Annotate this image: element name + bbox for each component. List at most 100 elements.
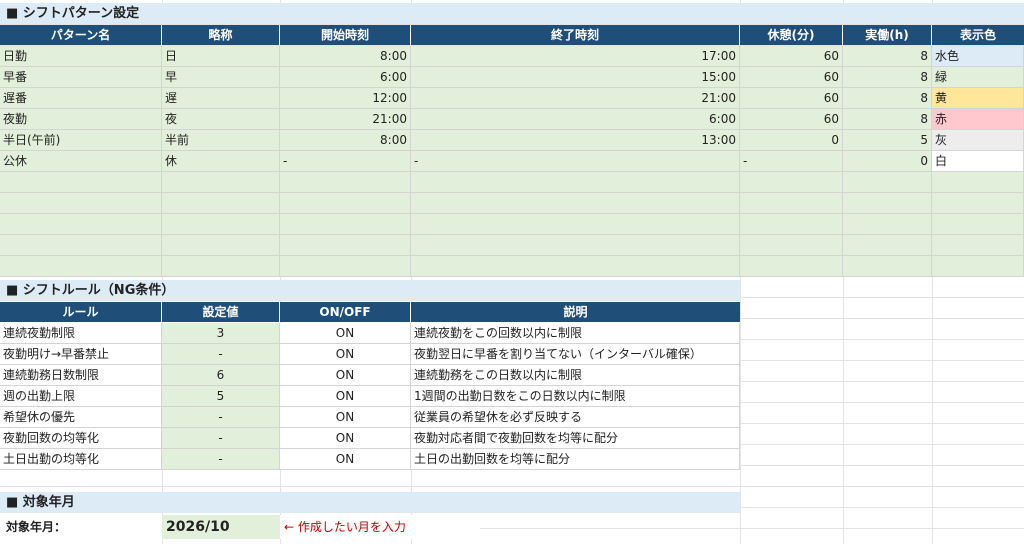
- end-time-cell[interactable]: 15:00: [411, 67, 740, 88]
- work-hours-cell[interactable]: [843, 235, 932, 256]
- rule-value-cell[interactable]: -: [162, 428, 280, 449]
- start-time-cell[interactable]: [280, 235, 411, 256]
- pattern-name-cell[interactable]: [0, 214, 162, 235]
- rule-description-cell[interactable]: 土日の出勤回数を均等に配分: [411, 449, 740, 470]
- header-on-off[interactable]: ON/OFF: [280, 302, 411, 322]
- start-time-cell[interactable]: 21:00: [280, 109, 411, 130]
- break-minutes-cell[interactable]: [740, 214, 843, 235]
- work-hours-cell[interactable]: 0: [843, 151, 932, 172]
- start-time-cell[interactable]: -: [280, 151, 411, 172]
- rule-value-cell[interactable]: -: [162, 449, 280, 470]
- start-time-cell[interactable]: 8:00: [280, 130, 411, 151]
- work-hours-cell[interactable]: 8: [843, 88, 932, 109]
- pattern-name-cell[interactable]: [0, 235, 162, 256]
- pattern-name-cell[interactable]: [0, 193, 162, 214]
- break-minutes-cell[interactable]: 60: [740, 88, 843, 109]
- header-display-color[interactable]: 表示色: [932, 25, 1024, 45]
- pattern-name-cell[interactable]: 日勤: [0, 46, 162, 67]
- abbreviation-cell[interactable]: 早: [162, 67, 280, 88]
- rule-value-cell[interactable]: 3: [162, 323, 280, 344]
- rule-value-cell[interactable]: 6: [162, 365, 280, 386]
- rule-onoff-cell[interactable]: ON: [280, 407, 411, 428]
- start-time-cell[interactable]: [280, 172, 411, 193]
- abbreviation-cell[interactable]: 半前: [162, 130, 280, 151]
- abbreviation-cell[interactable]: 休: [162, 151, 280, 172]
- start-time-cell[interactable]: [280, 214, 411, 235]
- display-color-cell[interactable]: 白: [932, 151, 1024, 172]
- end-time-cell[interactable]: 21:00: [411, 88, 740, 109]
- abbreviation-cell[interactable]: [162, 172, 280, 193]
- end-time-cell[interactable]: 17:00: [411, 46, 740, 67]
- end-time-cell[interactable]: 13:00: [411, 130, 740, 151]
- display-color-cell[interactable]: [932, 256, 1024, 277]
- work-hours-cell[interactable]: [843, 214, 932, 235]
- end-time-cell[interactable]: [411, 235, 740, 256]
- break-minutes-cell[interactable]: 0: [740, 130, 843, 151]
- pattern-name-cell[interactable]: 半日(午前): [0, 130, 162, 151]
- rule-name-cell[interactable]: 連続勤務日数制限: [0, 365, 162, 386]
- pattern-name-cell[interactable]: [0, 256, 162, 277]
- work-hours-cell[interactable]: 8: [843, 67, 932, 88]
- rule-value-cell[interactable]: -: [162, 344, 280, 365]
- work-hours-cell[interactable]: [843, 193, 932, 214]
- header-description[interactable]: 説明: [411, 302, 740, 322]
- display-color-cell[interactable]: 灰: [932, 130, 1024, 151]
- rule-onoff-cell[interactable]: ON: [280, 365, 411, 386]
- work-hours-cell[interactable]: 8: [843, 109, 932, 130]
- abbreviation-cell[interactable]: 遅: [162, 88, 280, 109]
- rule-onoff-cell[interactable]: ON: [280, 344, 411, 365]
- end-time-cell[interactable]: -: [411, 151, 740, 172]
- display-color-cell[interactable]: 赤: [932, 109, 1024, 130]
- break-minutes-cell[interactable]: [740, 172, 843, 193]
- work-hours-cell[interactable]: [843, 172, 932, 193]
- header-abbreviation[interactable]: 略称: [162, 25, 280, 45]
- display-color-cell[interactable]: 緑: [932, 67, 1024, 88]
- header-end-time[interactable]: 終了時刻: [411, 25, 740, 45]
- start-time-cell[interactable]: 12:00: [280, 88, 411, 109]
- rule-name-cell[interactable]: 夜勤明け→早番禁止: [0, 344, 162, 365]
- target-month-input[interactable]: 2026/10: [162, 515, 280, 539]
- break-minutes-cell[interactable]: 60: [740, 109, 843, 130]
- display-color-cell[interactable]: [932, 214, 1024, 235]
- abbreviation-cell[interactable]: 日: [162, 46, 280, 67]
- rule-description-cell[interactable]: 連続勤務をこの日数以内に制限: [411, 365, 740, 386]
- end-time-cell[interactable]: [411, 214, 740, 235]
- pattern-name-cell[interactable]: 夜勤: [0, 109, 162, 130]
- display-color-cell[interactable]: 黄: [932, 88, 1024, 109]
- display-color-cell[interactable]: [932, 193, 1024, 214]
- work-hours-cell[interactable]: 5: [843, 130, 932, 151]
- end-time-cell[interactable]: 6:00: [411, 109, 740, 130]
- rule-description-cell[interactable]: 夜勤翌日に早番を割り当てない（インターバル確保）: [411, 344, 740, 365]
- start-time-cell[interactable]: 8:00: [280, 46, 411, 67]
- display-color-cell[interactable]: [932, 172, 1024, 193]
- header-work-hours[interactable]: 実働(h): [843, 25, 932, 45]
- abbreviation-cell[interactable]: [162, 235, 280, 256]
- rule-name-cell[interactable]: 連続夜勤制限: [0, 323, 162, 344]
- rule-value-cell[interactable]: -: [162, 407, 280, 428]
- rule-onoff-cell[interactable]: ON: [280, 428, 411, 449]
- break-minutes-cell[interactable]: [740, 235, 843, 256]
- rule-description-cell[interactable]: 従業員の希望休を必ず反映する: [411, 407, 740, 428]
- rule-name-cell[interactable]: 土日出勤の均等化: [0, 449, 162, 470]
- abbreviation-cell[interactable]: 夜: [162, 109, 280, 130]
- abbreviation-cell[interactable]: [162, 256, 280, 277]
- rule-onoff-cell[interactable]: ON: [280, 449, 411, 470]
- work-hours-cell[interactable]: [843, 256, 932, 277]
- break-minutes-cell[interactable]: [740, 193, 843, 214]
- header-rule[interactable]: ルール: [0, 302, 162, 322]
- display-color-cell[interactable]: 水色: [932, 46, 1024, 67]
- start-time-cell[interactable]: 6:00: [280, 67, 411, 88]
- rule-name-cell[interactable]: 夜勤回数の均等化: [0, 428, 162, 449]
- pattern-name-cell[interactable]: 遅番: [0, 88, 162, 109]
- start-time-cell[interactable]: [280, 256, 411, 277]
- display-color-cell[interactable]: [932, 235, 1024, 256]
- rule-onoff-cell[interactable]: ON: [280, 386, 411, 407]
- header-break-minutes[interactable]: 休憩(分): [740, 25, 843, 45]
- work-hours-cell[interactable]: 8: [843, 46, 932, 67]
- rule-description-cell[interactable]: 夜勤対応者間で夜勤回数を均等に配分: [411, 428, 740, 449]
- abbreviation-cell[interactable]: [162, 214, 280, 235]
- break-minutes-cell[interactable]: 60: [740, 46, 843, 67]
- pattern-name-cell[interactable]: 公休: [0, 151, 162, 172]
- rule-description-cell[interactable]: 連続夜勤をこの回数以内に制限: [411, 323, 740, 344]
- rule-name-cell[interactable]: 週の出勤上限: [0, 386, 162, 407]
